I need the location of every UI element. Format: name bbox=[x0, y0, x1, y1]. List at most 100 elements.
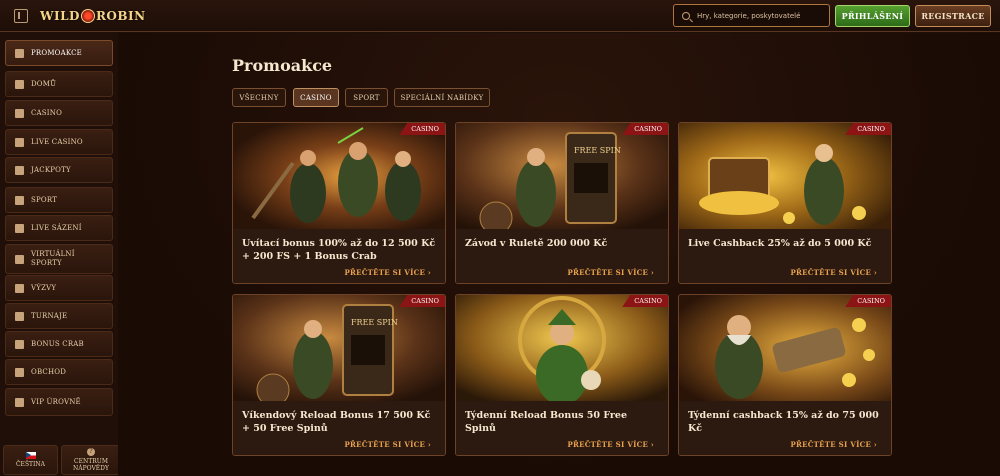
sidebar-item-sport[interactable]: SPORT bbox=[5, 187, 113, 213]
casino-icon bbox=[15, 108, 24, 118]
sidebar-item-label: VÝZVY bbox=[31, 283, 57, 292]
svg-text:FREE SPIN: FREE SPIN bbox=[574, 146, 621, 155]
promo-card[interactable]: FREE SPIN CASINO Závod v Ruletě 200 000 … bbox=[455, 122, 669, 284]
promo-card[interactable]: CASINO Uvítací bonus 100% až do 12 500 K… bbox=[232, 122, 446, 284]
promo-image bbox=[456, 295, 668, 401]
login-button[interactable]: PŘIHLÁŠENÍ bbox=[835, 5, 910, 27]
help-icon: ? bbox=[87, 448, 95, 456]
read-more-link[interactable]: PŘEČTĚTE SI VÍCE › bbox=[790, 268, 877, 277]
sidebar-item-label: VIRTUÁLNÍ SPORTY bbox=[31, 250, 75, 267]
promo-image bbox=[679, 295, 891, 401]
search-input[interactable] bbox=[697, 11, 827, 20]
live-icon bbox=[15, 223, 24, 233]
virtual-icon bbox=[15, 254, 24, 264]
category-badge: CASINO bbox=[845, 123, 891, 135]
sidebar-item-casino[interactable]: CASINO bbox=[5, 100, 113, 126]
promo-image bbox=[679, 123, 891, 229]
promo-title: Závod v Ruletě 200 000 Kč bbox=[465, 238, 608, 249]
logo[interactable]: WILD ROBIN bbox=[40, 4, 146, 28]
promo-body: Víkendový Reload Bonus 17 500 Kč + 50 Fr… bbox=[233, 401, 445, 455]
trophy-icon bbox=[15, 311, 24, 321]
promo-image: FREE SPIN bbox=[456, 123, 668, 229]
gift-icon bbox=[15, 48, 24, 58]
category-badge: CASINO bbox=[399, 295, 445, 307]
crab-icon bbox=[15, 339, 24, 349]
promo-title: Víkendový Reload Bonus 17 500 Kč + 50 Fr… bbox=[242, 410, 431, 434]
sidebar-item-vip-urovne[interactable]: VIP ÚROVNĚ bbox=[5, 388, 113, 416]
sidebar-item-promoakce[interactable]: PROMOAKCE bbox=[5, 40, 113, 66]
sidebar-item-label: LIVE SÁZENÍ bbox=[31, 223, 82, 232]
promo-title: Týdenní Reload Bonus 50 Free Spinů bbox=[465, 410, 627, 434]
sidebar-item-turnaje[interactable]: TURNAJE bbox=[5, 303, 113, 329]
promo-image: FREE SPIN bbox=[233, 295, 445, 401]
search-box[interactable] bbox=[673, 4, 830, 27]
promo-body: Týdenní Reload Bonus 50 Free Spinů PŘEČT… bbox=[456, 401, 668, 455]
promo-title: Týdenní cashback 15% až do 75 000 Kč bbox=[688, 410, 879, 434]
czech-flag-icon bbox=[25, 452, 36, 459]
sidebar-item-label: CASINO bbox=[31, 108, 63, 117]
logo-text-right: ROBIN bbox=[95, 9, 146, 23]
clover-icon bbox=[15, 165, 24, 175]
sidebar-item-virtualni-sporty[interactable]: VIRTUÁLNÍ SPORTY bbox=[5, 244, 113, 274]
promo-image bbox=[233, 123, 445, 229]
sidebar: PROMOAKCE DOMŮ CASINO LIVE CASINO JACKPO… bbox=[0, 33, 118, 476]
sidebar-item-live-sazeni[interactable]: LIVE SÁZENÍ bbox=[5, 215, 113, 241]
sidebar-toggle-icon[interactable] bbox=[14, 9, 28, 23]
help-label-line-2: NÁPOVĚDY bbox=[73, 465, 109, 472]
page-title: Promoakce bbox=[232, 56, 333, 75]
sidebar-item-jackpoty[interactable]: JACKPOTY bbox=[5, 157, 113, 183]
tab-specialni-nabidky[interactable]: SPECIÁLNÍ NABÍDKY bbox=[394, 88, 490, 107]
top-header: WILD ROBIN PŘIHLÁŠENÍ REGISTRACE bbox=[0, 0, 1000, 32]
tab-casino[interactable]: CASINO bbox=[293, 88, 339, 107]
promo-title: Uvítací bonus 100% až do 12 500 Kč + 200… bbox=[242, 238, 436, 262]
promo-body: Live Cashback 25% až do 5 000 Kč PŘEČTĚT… bbox=[679, 229, 891, 283]
sidebar-item-vyzvy[interactable]: VÝZVY bbox=[5, 275, 113, 301]
sidebar-item-label: TURNAJE bbox=[31, 311, 68, 320]
search-icon bbox=[682, 11, 690, 20]
promo-body: Týdenní cashback 15% až do 75 000 Kč PŘE… bbox=[679, 401, 891, 455]
promo-card[interactable]: CASINO Live Cashback 25% až do 5 000 Kč … bbox=[678, 122, 892, 284]
help-label-line-1: CENTRUM bbox=[74, 458, 108, 465]
sidebar-item-bonus-crab[interactable]: BONUS CRAB bbox=[5, 331, 113, 357]
sidebar-item-label: LIVE CASINO bbox=[31, 137, 83, 146]
read-more-link[interactable]: PŘEČTĚTE SI VÍCE › bbox=[344, 440, 431, 449]
home-icon bbox=[15, 79, 24, 89]
read-more-link[interactable]: PŘEČTĚTE SI VÍCE › bbox=[790, 440, 877, 449]
register-button[interactable]: REGISTRACE bbox=[915, 5, 991, 27]
target-icon bbox=[15, 283, 24, 293]
category-badge: CASINO bbox=[622, 295, 668, 307]
category-badge: CASINO bbox=[845, 295, 891, 307]
sidebar-item-obchod[interactable]: OBCHOD bbox=[5, 359, 113, 385]
sidebar-item-live-casino[interactable]: LIVE CASINO bbox=[5, 129, 113, 155]
help-center-button[interactable]: ? CENTRUM NÁPOVĚDY bbox=[61, 445, 121, 475]
svg-text:FREE SPIN: FREE SPIN bbox=[351, 318, 398, 327]
logo-text-left: WILD bbox=[40, 9, 80, 23]
promo-card[interactable]: FREE SPIN CASINO Víkendový Reload Bonus … bbox=[232, 294, 446, 456]
category-badge: CASINO bbox=[622, 123, 668, 135]
promo-card[interactable]: CASINO Týdenní Reload Bonus 50 Free Spin… bbox=[455, 294, 669, 456]
sidebar-item-label: DOMŮ bbox=[31, 79, 57, 88]
ball-icon bbox=[15, 195, 24, 205]
tab-sport[interactable]: SPORT bbox=[345, 88, 388, 107]
logo-emblem-icon bbox=[80, 9, 95, 23]
sidebar-item-label: OBCHOD bbox=[31, 367, 67, 376]
sidebar-item-label: VIP ÚROVNĚ bbox=[31, 397, 81, 406]
promo-card[interactable]: CASINO Týdenní cashback 15% až do 75 000… bbox=[678, 294, 892, 456]
tab-vsechny[interactable]: VŠECHNY bbox=[232, 88, 286, 107]
promo-title: Live Cashback 25% až do 5 000 Kč bbox=[688, 238, 872, 249]
promo-body: Uvítací bonus 100% až do 12 500 Kč + 200… bbox=[233, 229, 445, 283]
language-button[interactable]: ČEŠTINA bbox=[3, 445, 58, 475]
sidebar-item-domu[interactable]: DOMŮ bbox=[5, 71, 113, 97]
diamond-icon bbox=[15, 397, 24, 407]
read-more-link[interactable]: PŘEČTĚTE SI VÍCE › bbox=[567, 440, 654, 449]
shop-icon bbox=[15, 367, 24, 377]
read-more-link[interactable]: PŘEČTĚTE SI VÍCE › bbox=[344, 268, 431, 277]
language-label: ČEŠTINA bbox=[15, 461, 46, 468]
sidebar-item-label: BONUS CRAB bbox=[31, 339, 84, 348]
read-more-link[interactable]: PŘEČTĚTE SI VÍCE › bbox=[567, 268, 654, 277]
sidebar-item-label: SPORT bbox=[31, 195, 58, 204]
category-badge: CASINO bbox=[399, 123, 445, 135]
cards-icon bbox=[15, 137, 24, 147]
sidebar-item-label: JACKPOTY bbox=[31, 165, 71, 174]
promo-body: Závod v Ruletě 200 000 Kč PŘEČTĚTE SI VÍ… bbox=[456, 229, 668, 283]
